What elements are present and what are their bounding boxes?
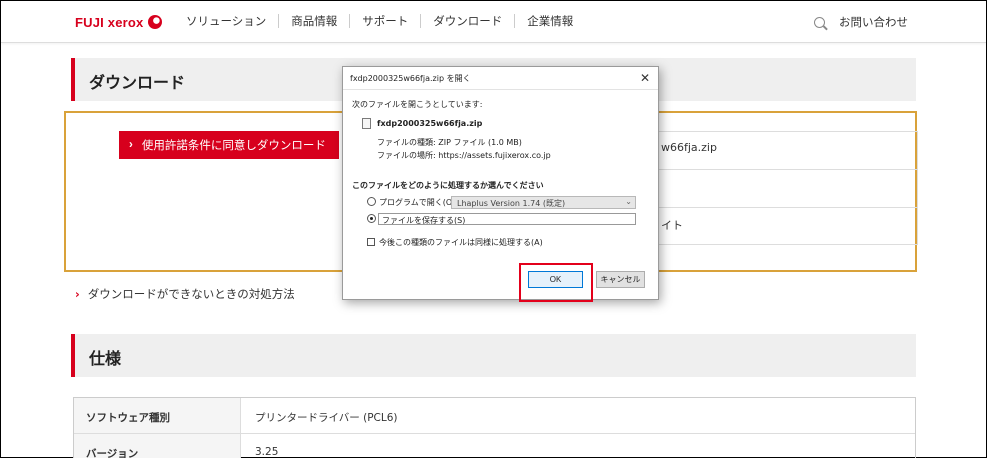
agree-download-button[interactable]: › 使用許諾条件に同意しダウンロード [119, 131, 339, 159]
nav-item-products[interactable]: 商品情報 [279, 14, 351, 28]
ok-button[interactable]: OK [528, 271, 583, 288]
open-with-radio[interactable] [367, 197, 376, 206]
open-with-label: プログラムで開く(O): [379, 198, 458, 207]
contact-label: お問い合わせ [839, 15, 908, 29]
file-info-table: w66fja.zip イト [656, 131, 918, 245]
cancel-button[interactable]: キャンセル [596, 271, 645, 288]
dialog-intro: 次のファイルを開こうとしています: [352, 100, 483, 109]
logo-mark-icon [148, 15, 163, 29]
spec-key: ソフトウェア種別 [74, 398, 241, 433]
remember-checkbox[interactable] [367, 238, 375, 246]
save-file-radio[interactable] [367, 214, 376, 223]
remember-label: 今後この種類のファイルは同様に処理する(A) [379, 238, 543, 247]
program-select-value: Lhaplus Version 1.74 (既定) [457, 199, 566, 208]
file-row: イト [661, 219, 683, 232]
dialog-file-type: ファイルの種類: ZIP ファイル (1.0 MB) [377, 138, 522, 147]
file-row [657, 170, 917, 208]
chevron-down-icon: ⌄ [625, 197, 632, 206]
nav-item-download[interactable]: ダウンロード [421, 14, 516, 28]
chevron-right-icon: › [75, 287, 80, 301]
dialog-filename: fxdp2000325w66fja.zip [377, 119, 483, 128]
file-row: w66fja.zip [657, 132, 917, 170]
table-row: ソフトウェア種別 プリンタードライバー (PCL6) [74, 398, 915, 434]
download-help-link[interactable]: › ダウンロードができないときの対処方法 [75, 286, 295, 302]
search-icon[interactable] [814, 16, 825, 28]
file-icon [362, 118, 371, 129]
spec-key: バージョン [74, 434, 241, 458]
main-nav: ソリューション 商品情報 サポート ダウンロード 企業情報 [186, 14, 585, 28]
spec-value: プリンタードライバー (PCL6) [255, 412, 398, 424]
nav-item-corporate[interactable]: 企業情報 [515, 14, 585, 28]
close-icon[interactable]: ✕ [640, 72, 650, 84]
chevron-right-icon: › [129, 139, 133, 151]
nav-item-support[interactable]: サポート [350, 14, 422, 28]
program-select[interactable]: Lhaplus Version 1.74 (既定) ⌄ [451, 196, 636, 209]
site-header: FUJI xerox ソリューション 商品情報 サポート ダウンロード 企業情報… [1, 1, 986, 43]
open-file-dialog: fxdp2000325w66fja.zip を開く ✕ 次のファイルを開こうとし… [342, 66, 659, 300]
fujixerox-logo[interactable]: FUJI xerox [75, 12, 163, 32]
dialog-title: fxdp2000325w66fja.zip を開く [350, 73, 471, 83]
spec-section-title: 仕様 [71, 334, 916, 377]
spec-value: 3.25 [255, 446, 279, 458]
agree-download-label: 使用許諾条件に同意しダウンロード [141, 140, 326, 152]
logo-text: FUJI xerox [75, 14, 144, 30]
nav-item-solutions[interactable]: ソリューション [186, 14, 280, 28]
help-link-label: ダウンロードができないときの対処方法 [87, 287, 295, 301]
table-row: バージョン 3.25 [74, 434, 915, 458]
save-file-label: ファイルを保存する(S) [382, 216, 466, 225]
contact-link[interactable]: お問い合わせ [814, 14, 908, 30]
dialog-titlebar[interactable]: fxdp2000325w66fja.zip を開く ✕ [343, 67, 658, 90]
save-file-option[interactable]: ファイルを保存する(S) [378, 213, 636, 225]
dialog-file-source: ファイルの場所: https://assets.fujixerox.co.jp [377, 151, 551, 160]
dialog-question: このファイルをどのように処理するか選んでください [352, 181, 544, 190]
spec-table: ソフトウェア種別 プリンタードライバー (PCL6) バージョン 3.25 [73, 397, 916, 458]
